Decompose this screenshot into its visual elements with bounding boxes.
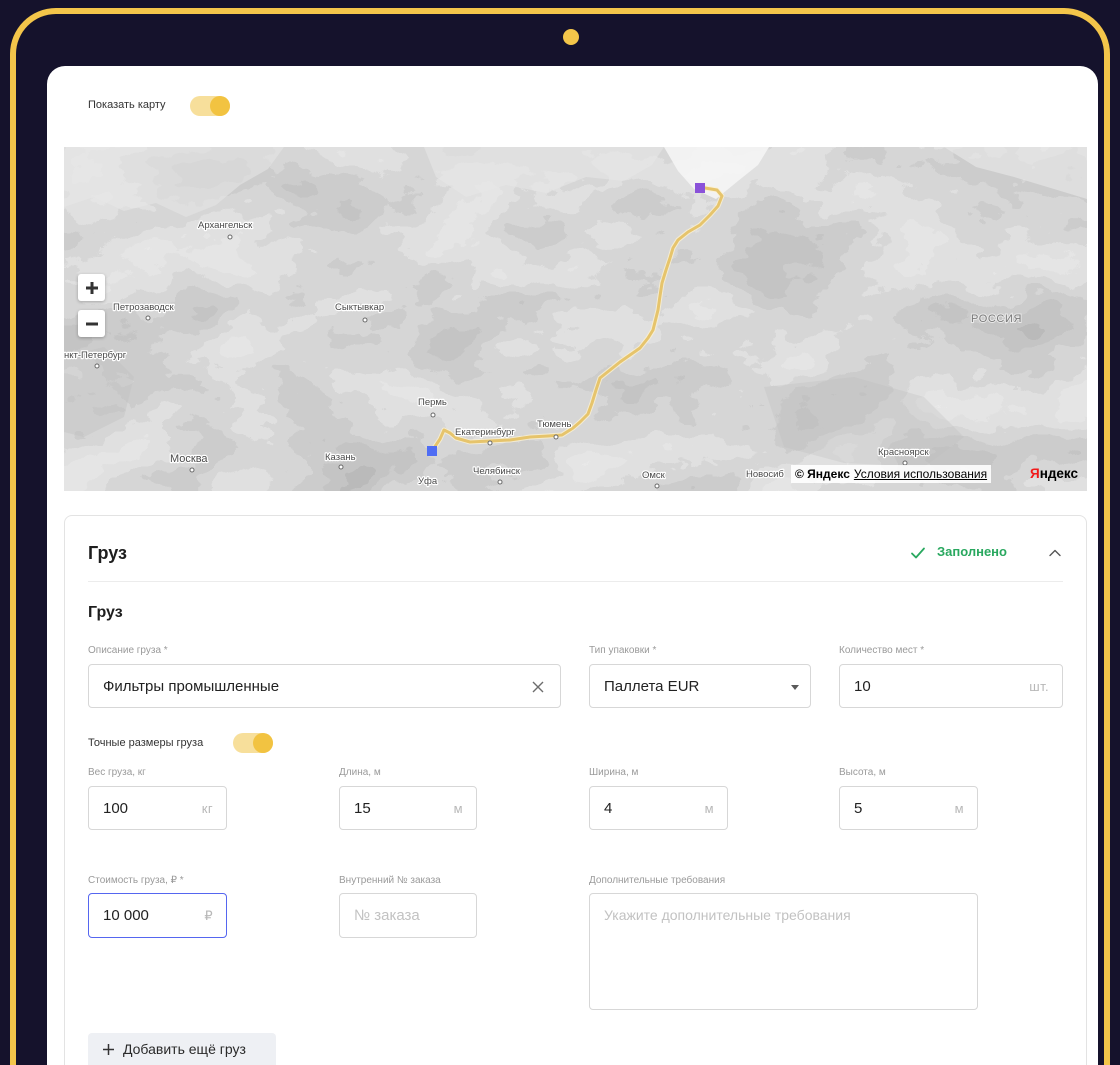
height-field: м: [839, 786, 978, 830]
show-map-label: Показать карту: [88, 99, 166, 111]
weight-field: кг: [88, 786, 227, 830]
order-number-input[interactable]: [340, 894, 476, 937]
copyright-text: © Яндекс: [795, 467, 850, 481]
city-marker: [362, 317, 368, 323]
city-marker: [338, 464, 344, 470]
map-label-ufa: Уфа: [418, 476, 438, 487]
extra-requirements-textarea[interactable]: [589, 893, 978, 1010]
map-label-kazan: Казань: [325, 452, 356, 463]
toggle-knob: [253, 733, 273, 753]
exact-dimensions-toggle[interactable]: [233, 733, 273, 753]
map-label-country: РОССИЯ: [971, 313, 1022, 325]
map-label-chelyabinsk: Челябинск: [473, 466, 521, 477]
status-badge: Заполнено: [937, 544, 1007, 559]
terms-link[interactable]: Условия использования: [854, 467, 987, 481]
city-marker: [497, 479, 503, 485]
width-label: Ширина, м: [589, 767, 639, 778]
city-marker: [94, 363, 100, 369]
map-label-omsk: Омск: [642, 470, 666, 481]
height-label: Высота, м: [839, 767, 886, 778]
city-marker: [227, 234, 233, 240]
section-title: Груз: [88, 604, 123, 621]
chevron-up-icon[interactable]: [1048, 546, 1062, 560]
map-label-petrozavodsk: Петрозаводск: [113, 302, 175, 313]
description-input[interactable]: [89, 665, 560, 707]
map-label-moscow: Москва: [170, 453, 208, 465]
weight-label: Вес груза, кг: [88, 767, 146, 778]
description-label: Описание груза *: [88, 645, 168, 656]
card-title: Груз: [88, 543, 127, 563]
map-label-perm: Пермь: [418, 397, 447, 408]
places-label: Количество мест *: [839, 645, 925, 656]
packaging-select[interactable]: Паллета EUR: [589, 664, 811, 708]
map-label-tyumen: Тюмень: [537, 419, 571, 430]
map-label-yekaterinburg: Екатеринбург: [455, 427, 515, 438]
map-label-syktyvkar: Сыктывкар: [335, 302, 384, 313]
packaging-value: Паллета EUR: [604, 678, 700, 695]
city-marker: [430, 412, 436, 418]
dropdown-arrow-icon: [791, 685, 799, 690]
header-divider: [88, 581, 1063, 582]
length-label: Длина, м: [339, 767, 381, 778]
toggle-knob: [210, 96, 230, 116]
cargo-card: Груз Заполнено Груз Описание груза * Тип…: [64, 515, 1087, 1065]
minus-icon: [85, 322, 98, 325]
order-number-label: Внутренний № заказа: [339, 875, 441, 886]
map-copyright: © Яндекс Условия использования: [791, 465, 992, 483]
check-icon: [911, 547, 925, 559]
places-field: шт.: [839, 664, 1063, 708]
show-map-toggle[interactable]: [190, 96, 230, 116]
city-marker: [553, 434, 559, 440]
camera-dot: [563, 29, 579, 45]
city-marker: [189, 467, 195, 473]
packaging-label: Тип упаковки *: [589, 645, 657, 656]
add-cargo-label: Добавить ещё груз: [123, 1041, 246, 1057]
route-end-marker: [695, 183, 705, 193]
clear-description-button[interactable]: [531, 680, 545, 694]
zoom-out-button[interactable]: [78, 310, 105, 337]
zoom-in-button[interactable]: [78, 274, 105, 301]
yandex-logo[interactable]: Яндекс: [1030, 464, 1078, 484]
length-field: м: [339, 786, 477, 830]
map-label-saint-petersburg: нкт-Петербург: [64, 350, 127, 361]
cost-unit: ₽: [204, 908, 213, 923]
places-unit: шт.: [1029, 679, 1049, 694]
order-number-field: [339, 893, 477, 938]
city-marker: [145, 315, 151, 321]
city-marker: [654, 483, 660, 489]
width-unit: м: [704, 801, 714, 816]
map-canvas: Архангельск Петрозаводск Сыктывкар нкт-П…: [64, 147, 1087, 491]
weight-unit: кг: [201, 801, 213, 816]
city-marker: [487, 440, 493, 446]
description-field: [88, 664, 561, 708]
length-unit: м: [453, 801, 463, 816]
plus-icon: [103, 1043, 114, 1055]
plus-icon: [85, 281, 98, 294]
close-icon: [532, 681, 544, 693]
map-label-arkhangelsk: Архангельск: [198, 220, 253, 231]
route-map[interactable]: Архангельск Петрозаводск Сыктывкар нкт-П…: [64, 147, 1087, 491]
map-label-krasnoyarsk: Красноярск: [878, 447, 930, 458]
add-cargo-button[interactable]: Добавить ещё груз: [88, 1033, 276, 1065]
cost-field: ₽: [88, 893, 227, 938]
extra-requirements-label: Дополнительные требования: [589, 875, 726, 886]
route-start-marker: [427, 446, 437, 456]
height-unit: м: [954, 801, 964, 816]
map-label-novosibirsk: Новосиб: [746, 469, 784, 480]
screen: Показать карту Архангельск Петрозаводск …: [47, 66, 1098, 1065]
cost-label: Стоимость груза, ₽ *: [88, 875, 184, 886]
width-field: м: [589, 786, 728, 830]
exact-dimensions-label: Точные размеры груза: [88, 737, 204, 749]
